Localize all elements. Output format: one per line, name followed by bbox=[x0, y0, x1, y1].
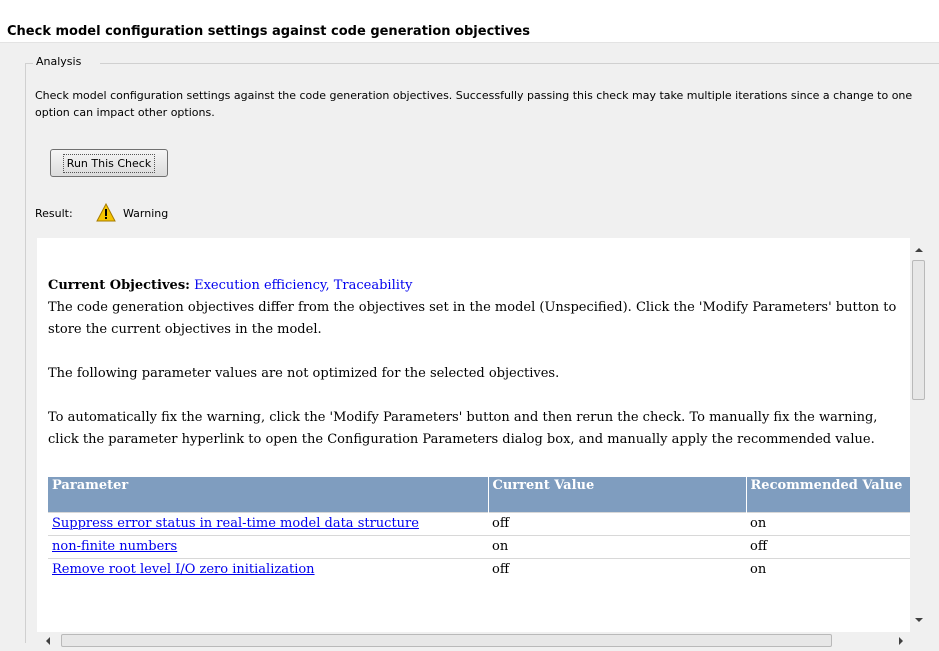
fieldset-border-side bbox=[25, 63, 26, 643]
current-value-cell: off bbox=[488, 512, 746, 536]
table-row: Suppress error status in real-time model… bbox=[48, 512, 910, 536]
objectives-label: Current Objectives: bbox=[48, 278, 190, 293]
analysis-description: Check model configuration settings again… bbox=[35, 89, 913, 119]
vertical-scrollbar[interactable] bbox=[910, 238, 927, 632]
run-check-button[interactable]: Run This Check bbox=[50, 149, 168, 177]
recommended-value-cell: on bbox=[746, 512, 910, 536]
analysis-legend: Analysis bbox=[35, 55, 83, 68]
not-optimized-message: The following parameter values are not o… bbox=[48, 366, 560, 381]
parameter-link[interactable]: Suppress error status in real-time model… bbox=[52, 516, 419, 531]
recommended-value-cell: off bbox=[746, 535, 910, 559]
parameter-link[interactable]: Remove root level I/O zero initializatio… bbox=[52, 562, 315, 577]
vertical-scroll-thumb[interactable] bbox=[912, 260, 925, 400]
result-label: Result: bbox=[35, 207, 73, 220]
fieldset-border-left bbox=[25, 63, 33, 64]
scroll-left-icon[interactable] bbox=[46, 637, 50, 645]
table-header-row: Parameter Current Value Recommended Valu… bbox=[48, 477, 910, 513]
run-check-button-label: Run This Check bbox=[62, 153, 156, 173]
objectives-message: The code generation objectives differ fr… bbox=[48, 300, 897, 337]
column-header-recommended-value: Recommended Value bbox=[745, 477, 910, 513]
parameter-link[interactable]: non-finite numbers bbox=[52, 539, 177, 554]
scroll-down-icon[interactable] bbox=[915, 618, 923, 622]
current-value-cell: off bbox=[488, 558, 746, 581]
result-value: Warning bbox=[123, 207, 169, 220]
recommended-value-cell: on bbox=[746, 558, 910, 581]
horizontal-scrollbar[interactable] bbox=[37, 632, 910, 649]
page-title: Check model configuration settings again… bbox=[7, 24, 530, 39]
check-panel: Check model configuration settings again… bbox=[0, 0, 939, 651]
report-pane[interactable]: Current Objectives: Execution efficiency… bbox=[37, 238, 910, 632]
warning-icon bbox=[96, 203, 116, 222]
parameter-cell: Suppress error status in real-time model… bbox=[48, 512, 488, 536]
table-row: Remove root level I/O zero initializatio… bbox=[48, 558, 910, 581]
table-row: non-finite numbers on off bbox=[48, 535, 910, 559]
horizontal-scroll-thumb[interactable] bbox=[61, 634, 832, 647]
report-content: Current Objectives: Execution efficiency… bbox=[48, 275, 906, 451]
objectives-value: Execution efficiency, Traceability bbox=[194, 278, 413, 293]
current-value-cell: on bbox=[488, 535, 746, 559]
objectives-line: Current Objectives: Execution efficiency… bbox=[48, 275, 906, 297]
parameter-cell: non-finite numbers bbox=[48, 535, 488, 559]
fieldset-border-right bbox=[100, 63, 939, 64]
parameter-cell: Remove root level I/O zero initializatio… bbox=[48, 558, 488, 581]
scroll-right-icon[interactable] bbox=[899, 637, 903, 645]
column-header-current-value: Current Value bbox=[487, 477, 746, 513]
title-bar: Check model configuration settings again… bbox=[0, 0, 939, 43]
parameter-table: Parameter Current Value Recommended Valu… bbox=[48, 477, 910, 581]
scroll-up-icon[interactable] bbox=[915, 248, 923, 252]
column-header-parameter: Parameter bbox=[48, 477, 488, 513]
fix-instructions: To automatically fix the warning, click … bbox=[48, 410, 878, 447]
